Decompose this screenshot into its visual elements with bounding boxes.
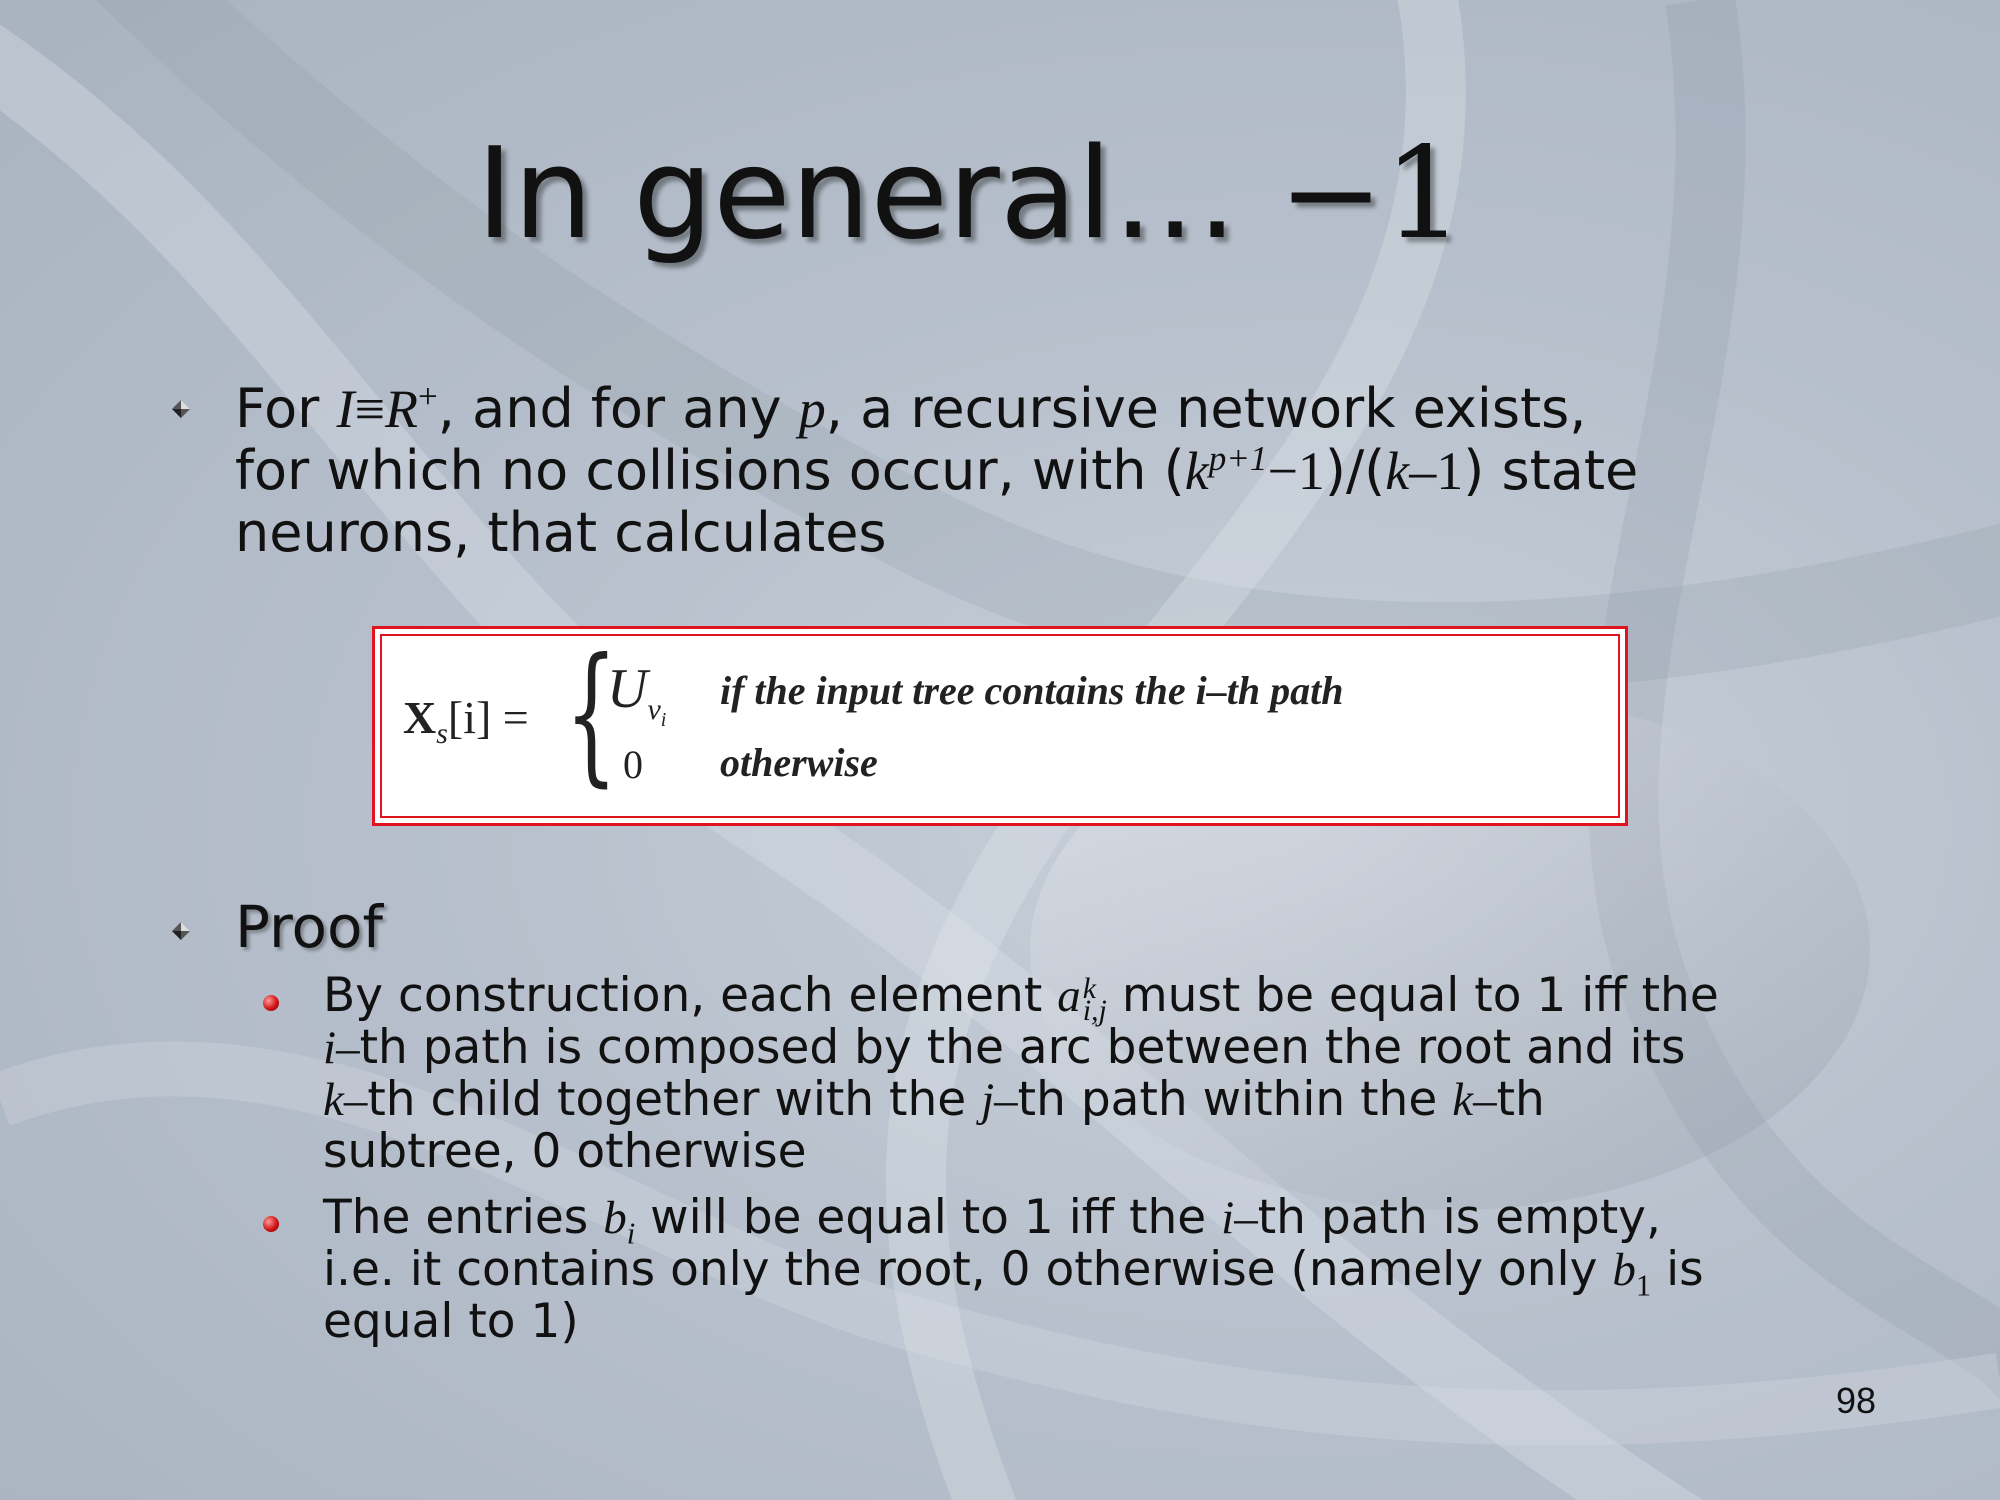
proof-item-entries: The entries bi will be equal to 1 iff th… bbox=[323, 1192, 1840, 1348]
formula-case-2: otherwise bbox=[720, 740, 878, 785]
proof-item1-line2: i–th path is composed by the arc between… bbox=[323, 1020, 1686, 1076]
bullet-recursive-network: For I≡R+, and for any p, a recursive net… bbox=[235, 378, 1840, 564]
proof-item1-line1: By construction, each element a k i,j must… bbox=[323, 968, 1719, 1028]
slide-title: In general… −1 bbox=[476, 120, 1464, 267]
formula-lhs: Xs[i] = bbox=[403, 692, 529, 751]
page-number: 98 bbox=[1836, 1380, 1877, 1421]
proof-item1-line4: subtree, 0 otherwise bbox=[323, 1124, 807, 1180]
proof-item2-line3: equal to 1) bbox=[323, 1294, 579, 1349]
formula-box: Xs[i] = { Uvi 0 if the input tree contai… bbox=[372, 626, 1628, 826]
formula-zero: 0 bbox=[623, 742, 643, 787]
formula-case-1: if the input tree contains the i–th path bbox=[720, 668, 1344, 713]
bullet-diamond-icon bbox=[172, 922, 190, 940]
proof-item2-line2: i.e. it contains only the root, 0 otherw… bbox=[323, 1242, 1704, 1303]
bullet1-line1: For I≡R+, and for any p, a recursive net… bbox=[235, 377, 1587, 440]
bullet-diamond-icon bbox=[172, 400, 190, 418]
formula-u-term: Uvi bbox=[607, 658, 667, 732]
bullet1-line3: neurons, that calculates bbox=[235, 501, 887, 564]
proof-item-construction: By construction, each element a k i,j must… bbox=[323, 970, 1840, 1178]
title-math-suffix: −1 bbox=[1278, 120, 1464, 267]
bullet-red-dot-icon bbox=[263, 1216, 279, 1232]
proof-heading: Proof bbox=[235, 893, 383, 961]
proof-item2-line1: The entries bi will be equal to 1 iff th… bbox=[323, 1190, 1661, 1251]
proof-item1-line3: k–th child together with the j–th path w… bbox=[323, 1072, 1545, 1128]
bullet1-line2: for which no collisions occur, with (kp+… bbox=[235, 439, 1639, 502]
bullet-red-dot-icon bbox=[263, 995, 279, 1011]
